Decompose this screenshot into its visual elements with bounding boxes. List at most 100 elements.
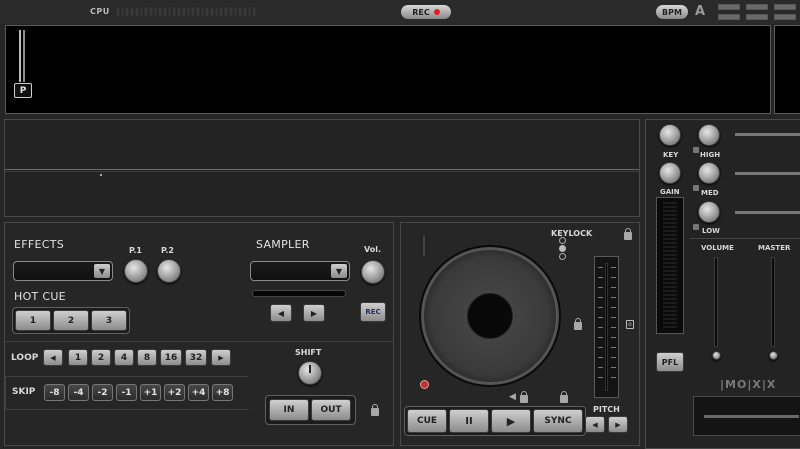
- loop-4-button[interactable]: 4: [114, 349, 134, 366]
- p-button[interactable]: P: [14, 83, 32, 98]
- loop-in-button[interactable]: IN: [269, 399, 309, 421]
- reverse-icon[interactable]: [420, 380, 429, 389]
- vinyl-mode-icon[interactable]: [559, 253, 566, 260]
- sampler-progress: [252, 290, 346, 297]
- vol-label: Vol.: [364, 245, 382, 254]
- layout-toggle-2-icon[interactable]: [746, 4, 768, 20]
- low-kill-icon[interactable]: [693, 224, 699, 230]
- sampler-rec-button[interactable]: REC: [360, 302, 386, 322]
- eq-track-high: [735, 133, 800, 136]
- loop-2-button[interactable]: 2: [91, 349, 111, 366]
- pause-button[interactable]: II: [449, 409, 489, 433]
- bpm-button[interactable]: BPM: [656, 5, 688, 19]
- vinyl-mode-icon[interactable]: [559, 245, 566, 252]
- arrow-right-icon: ▶: [615, 420, 621, 429]
- cue-button[interactable]: CUE: [407, 409, 447, 433]
- p2-knob[interactable]: [157, 259, 181, 283]
- platter-lock-icon[interactable]: [574, 318, 582, 330]
- pitch-slider[interactable]: [594, 256, 619, 398]
- divider: [5, 341, 393, 342]
- waveform-display[interactable]: [5, 25, 771, 114]
- volume-fader-knob[interactable]: [712, 351, 721, 360]
- p1-label: P.1: [129, 246, 142, 255]
- eq-track-med: [735, 172, 800, 175]
- hotcue-2-button[interactable]: 2: [53, 310, 89, 331]
- cpu-label: CPU: [90, 7, 110, 16]
- high-label: HIGH: [700, 151, 721, 159]
- crossfader-logo: |MO|X|X: [720, 378, 777, 391]
- loop-label: LOOP: [11, 353, 39, 363]
- med-kill-icon[interactable]: [693, 185, 699, 191]
- vu-meter: [656, 197, 684, 334]
- skip-minus-4-button[interactable]: -4: [68, 384, 89, 401]
- low-label: LOW: [702, 227, 720, 235]
- arrow-left-icon: ◀: [277, 308, 285, 318]
- master-fader-knob[interactable]: [769, 351, 778, 360]
- chevron-down-icon: ▼: [94, 264, 110, 278]
- vinyl-mode-icon[interactable]: [559, 237, 566, 244]
- pitch-up-button[interactable]: ▶: [608, 416, 628, 433]
- skip-plus-2-button[interactable]: +2: [164, 384, 185, 401]
- nudge-back-icon[interactable]: ◀: [509, 392, 516, 402]
- skip-plus-8-button[interactable]: +8: [212, 384, 233, 401]
- divider: [5, 376, 249, 377]
- master-label: MASTER: [758, 244, 791, 252]
- skip-plus-4-button[interactable]: +4: [188, 384, 209, 401]
- layout-toggle-3-icon[interactable]: [774, 4, 796, 20]
- skip-label: SKIP: [12, 387, 36, 397]
- key-knob[interactable]: [659, 124, 681, 146]
- effects-title: EFFECTS: [14, 238, 65, 251]
- shift-label: SHIFT: [295, 348, 322, 357]
- master-fader[interactable]: [771, 257, 775, 347]
- pitch-reset-icon[interactable]: o: [626, 320, 634, 329]
- chevron-down-icon: ▼: [331, 264, 347, 278]
- crossfader[interactable]: [693, 396, 800, 436]
- sampler-volume-knob[interactable]: [361, 260, 385, 284]
- p1-knob[interactable]: [124, 259, 148, 283]
- eq-track-low: [735, 211, 800, 214]
- hotcue-3-button[interactable]: 3: [91, 310, 127, 331]
- sampler-next-button[interactable]: ▶: [303, 304, 325, 322]
- loop-out-button[interactable]: OUT: [311, 399, 351, 421]
- layout-toggle-1-icon[interactable]: [718, 4, 740, 20]
- effects-dropdown[interactable]: ▼: [13, 261, 113, 281]
- skip-minus-1-button[interactable]: -1: [116, 384, 137, 401]
- key-label: KEY: [663, 151, 679, 159]
- skip-minus-8-button[interactable]: -8: [44, 384, 65, 401]
- skip-minus-2-button[interactable]: -2: [92, 384, 113, 401]
- skip-plus-1-button[interactable]: +1: [140, 384, 161, 401]
- a-indicator: A: [695, 4, 706, 19]
- gain-knob[interactable]: [659, 162, 681, 184]
- play-button[interactable]: ▶: [491, 409, 531, 433]
- record-dot-icon: [433, 9, 440, 15]
- sampler-prev-button[interactable]: ◀: [270, 304, 292, 322]
- record-label: REC: [412, 7, 430, 17]
- arrow-right-icon: ▶: [218, 353, 224, 362]
- record-button[interactable]: REC: [401, 5, 451, 19]
- loop-halve-button[interactable]: ◀: [43, 349, 63, 366]
- nudge-lock-icon[interactable]: [520, 391, 528, 403]
- loop-8-button[interactable]: 8: [137, 349, 157, 366]
- pfl-button[interactable]: PFL: [656, 352, 684, 372]
- cue-lock-icon[interactable]: [560, 391, 568, 403]
- loop-double-button[interactable]: ▶: [211, 349, 231, 366]
- volume-fader[interactable]: [714, 257, 718, 347]
- keylock-lock-icon[interactable]: [624, 228, 632, 240]
- sampler-dropdown[interactable]: ▼: [250, 261, 350, 281]
- sync-button[interactable]: SYNC: [533, 409, 583, 433]
- arrow-right-icon: ▶: [310, 308, 318, 318]
- pitch-down-button[interactable]: ◀: [585, 416, 605, 433]
- high-eq-knob[interactable]: [698, 124, 720, 146]
- loop-1-button[interactable]: 1: [68, 349, 88, 366]
- lock-icon[interactable]: [371, 404, 379, 416]
- waveform-display-right[interactable]: [774, 25, 800, 114]
- med-eq-knob[interactable]: [698, 162, 720, 184]
- high-kill-icon[interactable]: [693, 147, 699, 153]
- pitch-label: PITCH: [593, 405, 620, 414]
- low-eq-knob[interactable]: [698, 201, 720, 223]
- loop-16-button[interactable]: 16: [160, 349, 182, 366]
- hotcue-1-button[interactable]: 1: [15, 310, 51, 331]
- jog-wheel-center[interactable]: [467, 293, 513, 339]
- track-overview[interactable]: [4, 119, 640, 217]
- loop-32-button[interactable]: 32: [185, 349, 207, 366]
